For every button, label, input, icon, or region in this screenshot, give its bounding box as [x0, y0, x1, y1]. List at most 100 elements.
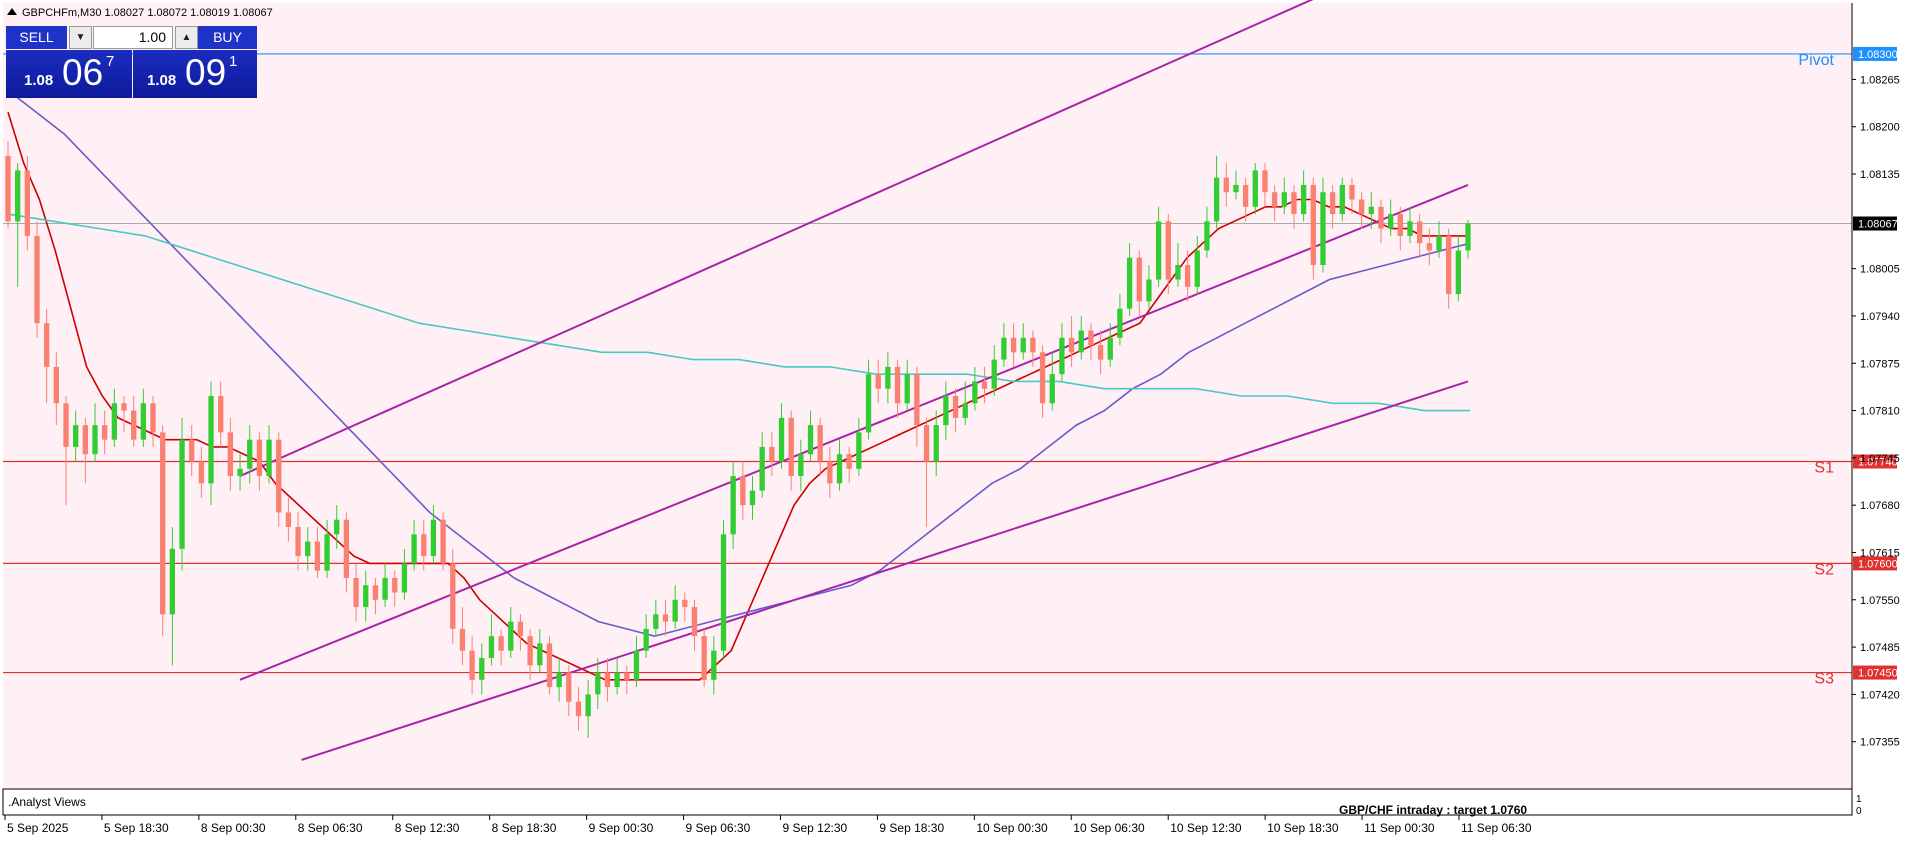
candle-body [827, 461, 833, 484]
candle-body [102, 425, 108, 440]
lot-decrease-icon[interactable]: ▼ [69, 26, 92, 49]
y-tick-label: 1.07810 [1860, 406, 1900, 418]
x-tick-label: 9 Sep 00:30 [589, 821, 654, 835]
candle-body [1455, 250, 1461, 295]
candle-body [1155, 221, 1162, 280]
candle-body [527, 636, 533, 666]
ask-price-prefix: 1.08 [147, 72, 177, 89]
y-tick-label: 1.08135 [1860, 169, 1900, 181]
candle-body [1146, 279, 1152, 302]
candle-body [1436, 235, 1442, 251]
candle-body [575, 701, 582, 717]
candle-body [508, 621, 514, 651]
y-tick-label: 1.07680 [1860, 500, 1900, 512]
x-tick-label: 10 Sep 00:30 [976, 821, 1048, 835]
candle-body [498, 636, 504, 651]
candle-body [1426, 243, 1432, 251]
x-tick-label: 9 Sep 06:30 [686, 821, 751, 835]
candle-body [227, 432, 234, 477]
candle-body [237, 468, 243, 477]
lot-size-input[interactable]: 1.00 [93, 26, 173, 49]
candle-body [933, 425, 939, 462]
buy-button[interactable]: BUY [198, 26, 257, 49]
bid-price-button[interactable]: 1.08 06 7 [6, 50, 132, 98]
candle-body [1242, 184, 1249, 207]
candle-body [1078, 330, 1084, 353]
candle-body [1097, 345, 1104, 360]
x-tick-label: 8 Sep 18:30 [492, 821, 557, 835]
candle-body [150, 403, 156, 433]
ask-price-fraction: 1 [229, 53, 238, 70]
x-tick-label: 10 Sep 18:30 [1267, 821, 1339, 835]
candle-body [943, 396, 949, 426]
one-click-trading-panel: SELL ▼ 1.00 ▲ BUY 1.08 06 7 1.08 09 1 [6, 26, 257, 98]
candle-body [208, 396, 214, 484]
y-tick-label: 1.08200 [1860, 122, 1900, 134]
bid-price-prefix: 1.08 [24, 72, 54, 89]
candle-body [82, 425, 89, 455]
ask-price-button[interactable]: 1.08 09 1 [133, 50, 257, 98]
candle-body [807, 425, 814, 455]
candle-body [15, 170, 21, 222]
indicator-panel-title: .Analyst Views [8, 795, 86, 809]
candle-body [1446, 235, 1452, 295]
plot-background [3, 3, 1852, 789]
level-name: S3 [1814, 671, 1834, 688]
candle-body [430, 519, 437, 557]
y-tick-label: 1.07875 [1860, 358, 1900, 370]
x-tick-label: 8 Sep 06:30 [298, 821, 363, 835]
x-tick-label: 9 Sep 18:30 [879, 821, 944, 835]
sell-button[interactable]: SELL [6, 26, 67, 49]
candle-body [111, 403, 118, 440]
x-tick-label: 11 Sep 06:30 [1461, 821, 1532, 835]
candle-body [711, 650, 717, 680]
lot-increase-icon[interactable]: ▲ [175, 26, 198, 49]
candle-body [1126, 257, 1133, 309]
candle-body [1407, 221, 1413, 236]
x-tick-label: 5 Sep 18:30 [104, 821, 169, 835]
candle-body [63, 403, 69, 447]
x-tick-label: 9 Sep 12:30 [782, 821, 847, 835]
candle-body [92, 425, 98, 455]
candle-body [720, 534, 727, 651]
candle-body [875, 374, 881, 389]
candle-body [923, 425, 930, 462]
candle-body [788, 417, 794, 477]
y-tick-label: 1.07745 [1860, 453, 1900, 465]
candle-body [73, 425, 79, 447]
chart-header: GBPCHFm,M30 1.08027 1.08072 1.08019 1.08… [22, 7, 273, 19]
candle-body [1329, 192, 1336, 215]
level-price-label: 1.07450 [1858, 668, 1898, 680]
candle-body [140, 403, 147, 440]
candle-body [1059, 337, 1065, 375]
candle-body [295, 527, 301, 557]
candle-body [1039, 352, 1046, 404]
candle-body [1088, 330, 1094, 346]
candle-body [1223, 177, 1229, 193]
candle-body [1378, 206, 1384, 229]
candle-body [633, 650, 640, 680]
candle-body [121, 403, 127, 411]
candle-body [1320, 192, 1326, 265]
x-tick-label: 8 Sep 12:30 [395, 821, 460, 835]
candle-body [24, 170, 30, 236]
candle-body [952, 396, 959, 418]
candle-body [981, 381, 988, 389]
candle-body [131, 410, 137, 440]
candle-body [160, 432, 166, 615]
candle-body [662, 614, 669, 622]
candle-body [1204, 221, 1210, 251]
level-name: Pivot [1798, 52, 1834, 69]
y-tick-label: 1.07420 [1860, 689, 1900, 701]
y-tick-label: 1.07355 [1860, 737, 1900, 749]
candle-body [1136, 257, 1142, 302]
chart-area[interactable]: Pivot 1.08300 S1 1.07740 S2 1.07600 S3 1.07450 1… [0, 0, 1916, 840]
candle-body [1001, 337, 1007, 360]
candle-body [740, 476, 746, 506]
candle-body [1213, 177, 1220, 222]
candle-body [1310, 184, 1316, 265]
price-chart[interactable]: Pivot 1.08300S1 1.07740S2 1.07600S3 1.074501… [0, 0, 1916, 840]
candle-body [1300, 184, 1307, 215]
candle-body [256, 439, 263, 477]
candle-body [401, 563, 408, 593]
